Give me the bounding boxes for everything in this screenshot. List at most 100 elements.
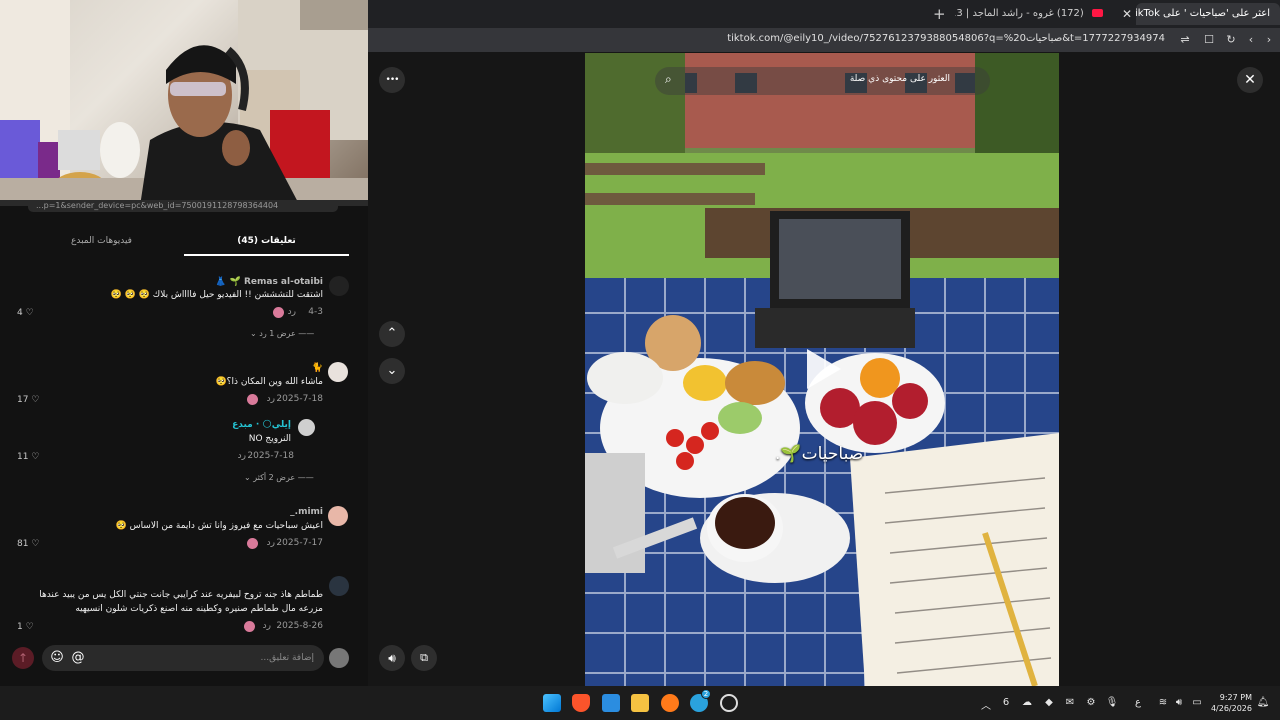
- video-caption: صباحيات🌱.: [775, 444, 864, 464]
- vscode-icon[interactable]: [602, 694, 620, 712]
- telegram-badge: 2: [701, 689, 711, 699]
- close-tab-icon[interactable]: ✕: [1119, 6, 1135, 22]
- like-button[interactable]: 1 ♡: [17, 622, 34, 632]
- related-search-bar[interactable]: العثور على محتوى ذي صلة ⌕: [655, 67, 990, 95]
- send-button[interactable]: ↑: [12, 647, 34, 669]
- comment-text: ماشاء الله وين المكان ذا؟🥺: [215, 377, 323, 387]
- avatar[interactable]: [329, 576, 349, 596]
- like-button[interactable]: 81 ♡: [17, 539, 39, 549]
- tray-mail-icon[interactable]: ✉: [1063, 697, 1077, 708]
- comment-date: 2025-7-18: [247, 451, 294, 461]
- close-video-button[interactable]: ✕: [1237, 67, 1263, 93]
- comment-username[interactable]: 🐈: [312, 363, 323, 373]
- tray-tool-icon[interactable]: ⚙: [1084, 697, 1098, 708]
- comment-username[interactable]: Remas al-otaibi 🌱 👗: [215, 277, 323, 287]
- clipped-link-field[interactable]: ...p=1&sender_device=pc&web_id=750019112…: [28, 202, 338, 212]
- new-tab-button[interactable]: +: [933, 6, 946, 22]
- heart-icon: ♡: [31, 395, 40, 405]
- comment-date: 2025-8-26: [276, 621, 323, 631]
- video-player[interactable]: العثور على محتوى ذي صلة ⌕ صباحيات🌱.: [585, 53, 1059, 686]
- avatar[interactable]: [298, 419, 315, 436]
- language-indicator[interactable]: ع: [1131, 697, 1145, 708]
- avatar[interactable]: [328, 506, 348, 526]
- address-bar: tiktok.com/@eily10_/video/75276123793880…: [368, 28, 1280, 52]
- file-explorer-icon[interactable]: [631, 694, 649, 712]
- comment-date: 4-3: [308, 307, 323, 317]
- comment-text-line2: مزرعه مال طماطم صنيره وكطينه منه اصنع ذك…: [75, 604, 323, 614]
- wifi-icon[interactable]: ≋: [1156, 697, 1170, 708]
- url-field[interactable]: tiktok.com/@eily10_/video/75276123793880…: [727, 33, 1165, 44]
- tray-cloud-icon[interactable]: ☁: [1020, 697, 1034, 708]
- reload-icon[interactable]: ↻: [1224, 33, 1238, 47]
- speaker-icon: 🔊︎: [388, 651, 396, 665]
- reply-button[interactable]: رد: [267, 538, 275, 548]
- play-icon[interactable]: [807, 349, 841, 389]
- comment-username[interactable]: mimi._: [290, 507, 323, 517]
- heart-icon: ♡: [31, 539, 40, 549]
- chatgpt-icon[interactable]: [720, 694, 738, 712]
- my-avatar[interactable]: [329, 648, 349, 668]
- comment-text: اشتقت للتشششن !! الفيديو حيل فااااش بلاك…: [110, 290, 323, 300]
- telegram-icon[interactable]: 2: [690, 689, 711, 712]
- comment-username[interactable]: إيلي🌕 · مبدع: [232, 420, 291, 430]
- comment-text: طماطم هاذ جنه تروح لبيفريه عند كرايبي جا…: [39, 590, 323, 600]
- show-hidden-icons[interactable]: ︿: [979, 697, 993, 712]
- reply-button[interactable]: رد: [288, 307, 296, 317]
- windows-start-icon[interactable]: [543, 694, 561, 712]
- comment-text: اعيش سباحيات مع فيروز وانا تش دايمة من ا…: [115, 521, 323, 531]
- back-icon[interactable]: ‹: [1244, 33, 1258, 47]
- previous-video-button[interactable]: ⌃: [379, 321, 405, 347]
- tab-tiktok[interactable]: اعثر على 'صباحيات ' على TikTok: [1136, 3, 1280, 25]
- comment-text: النرويج NO: [248, 434, 291, 444]
- picture-in-picture-button[interactable]: ⧉: [411, 645, 437, 671]
- tab-youtube-label: (172) غروه - راشد الماجد | 2013 حصري: [955, 8, 1084, 19]
- reply-button[interactable]: رد: [238, 451, 246, 461]
- tab-creator-videos[interactable]: فيديوهات المبدع: [19, 226, 184, 256]
- like-count: 11: [17, 452, 29, 462]
- heart-icon: ♡: [25, 308, 34, 318]
- comment-date: 2025-7-17: [276, 538, 323, 548]
- screen: + (172) غروه - راشد الماجد | 2013 حصري ✕…: [0, 0, 1280, 720]
- microphone-icon[interactable]: 🎙︎: [1105, 697, 1119, 708]
- system-clock[interactable]: 9:27 PM 4/26/2026: [1211, 692, 1252, 714]
- chevron-down-icon: ⌄: [386, 363, 398, 378]
- related-search-placeholder: العثور على محتوى ذي صلة: [849, 74, 950, 84]
- emoji-icon[interactable]: ☺: [46, 647, 68, 669]
- tab-youtube[interactable]: (172) غروه - راشد الماجد | 2013 حصري: [955, 3, 1113, 25]
- more-options-button[interactable]: •••: [379, 67, 405, 93]
- site-settings-icon[interactable]: ⇌: [1178, 33, 1192, 47]
- like-count: 17: [17, 395, 29, 405]
- like-button[interactable]: 17 ♡: [17, 395, 39, 405]
- view-replies-button[interactable]: ⌄ عرض 1 رد ——: [250, 329, 314, 338]
- tab-comments[interactable]: تعليقات (45): [184, 226, 349, 256]
- bookmark-icon[interactable]: ☐: [1202, 33, 1216, 47]
- creator-liked-avatar: [244, 621, 255, 632]
- avatar[interactable]: [329, 276, 349, 296]
- like-count: 81: [17, 539, 29, 549]
- clock-time: 9:27 PM: [1219, 693, 1252, 702]
- forward-icon[interactable]: ›: [1262, 33, 1276, 47]
- heart-icon: ♡: [25, 622, 34, 632]
- reply-button[interactable]: رد: [263, 621, 271, 631]
- comment-input[interactable]: [114, 650, 314, 666]
- like-button[interactable]: 4 ♡: [17, 308, 34, 318]
- comment-date: 2025-7-18: [276, 394, 323, 404]
- reply-button[interactable]: رد: [267, 394, 275, 404]
- battery-icon[interactable]: ▭: [1190, 697, 1204, 708]
- tray-app-icon[interactable]: 6: [999, 697, 1013, 708]
- avatar[interactable]: [328, 362, 348, 382]
- volume-icon[interactable]: 🔊︎: [1172, 697, 1186, 708]
- like-button[interactable]: 11 ♡: [17, 452, 39, 462]
- panel-tabs: فيديوهات المبدع تعليقات (45): [0, 226, 368, 256]
- comment-input-wrapper: ☺ @: [42, 645, 324, 671]
- view-more-label: عرض 2 أكثر: [253, 473, 296, 482]
- app-icon[interactable]: [661, 694, 679, 712]
- creator-liked-avatar: [247, 538, 258, 549]
- mention-button[interactable]: @: [67, 647, 89, 669]
- view-more-replies-button[interactable]: ⌄ عرض 2 أكثر ——: [244, 473, 314, 482]
- tray-shield-icon[interactable]: ◆: [1042, 697, 1056, 708]
- volume-button[interactable]: 🔊︎: [379, 645, 405, 671]
- next-video-button[interactable]: ⌄: [379, 358, 405, 384]
- notification-icon[interactable]: 🔔︎: [1256, 697, 1270, 708]
- brave-browser-icon[interactable]: [572, 694, 590, 712]
